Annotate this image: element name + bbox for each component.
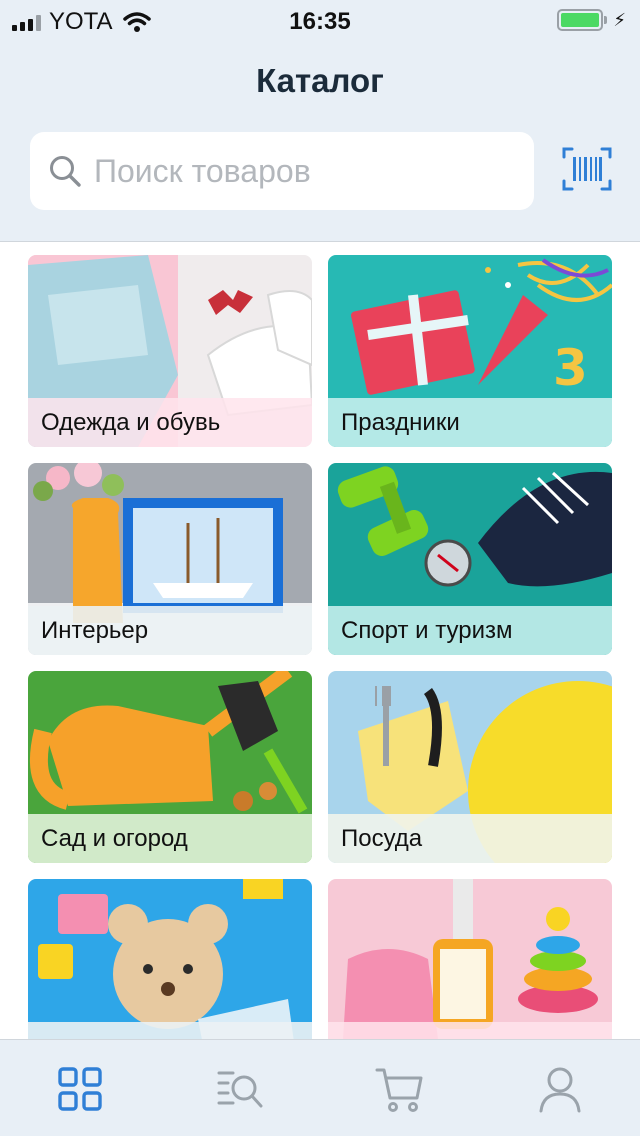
barcode-scanner-icon[interactable] xyxy=(562,146,612,192)
category-label: Интерьер xyxy=(28,606,312,655)
category-label: Праздники xyxy=(328,398,612,447)
list-search-icon[interactable] xyxy=(215,1064,265,1114)
search-box[interactable] xyxy=(30,132,534,210)
search-area xyxy=(0,128,640,242)
category-card-garden[interactable]: Сад и огород xyxy=(28,671,312,863)
tab-bar xyxy=(0,1039,640,1136)
category-label: Одежда и обувь xyxy=(28,398,312,447)
category-card-holidays[interactable]: 3 Праздники xyxy=(328,255,612,447)
svg-text:3: 3 xyxy=(553,339,588,397)
page-title: Каталог xyxy=(256,62,384,99)
category-card-dishes[interactable]: Посуда xyxy=(328,671,612,863)
toys-image xyxy=(28,879,312,1039)
charging-icon: ⚡ xyxy=(613,9,626,30)
battery-icon xyxy=(557,9,604,31)
category-card-kids[interactable] xyxy=(328,879,612,1039)
grid-icon[interactable] xyxy=(55,1064,105,1114)
search-icon xyxy=(50,156,81,187)
category-label: Посуда xyxy=(328,814,612,863)
cart-icon[interactable] xyxy=(375,1064,425,1114)
category-card-sports[interactable]: Спорт и туризм xyxy=(328,463,612,655)
status-bar: YOTA 16:35 ⚡ xyxy=(0,0,640,40)
category-card-toys[interactable] xyxy=(28,879,312,1039)
category-label: Сад и огород xyxy=(28,814,312,863)
category-label: Спорт и туризм xyxy=(328,606,612,655)
status-time: 16:35 xyxy=(289,8,351,35)
category-card-clothing[interactable]: Одежда и обувь xyxy=(28,255,312,447)
category-card-interior[interactable]: Интерьер xyxy=(28,463,312,655)
category-label xyxy=(328,1022,612,1039)
catalog-grid: Одежда и обувь 3 Праздники Интерьер Спор… xyxy=(0,243,640,1039)
navigation-header: Каталог xyxy=(0,40,640,128)
search-input[interactable] xyxy=(94,132,514,210)
battery-indicator: ⚡ xyxy=(557,9,626,31)
kids-goods-image xyxy=(328,879,612,1039)
category-label xyxy=(28,1022,312,1039)
user-icon[interactable] xyxy=(535,1064,585,1114)
